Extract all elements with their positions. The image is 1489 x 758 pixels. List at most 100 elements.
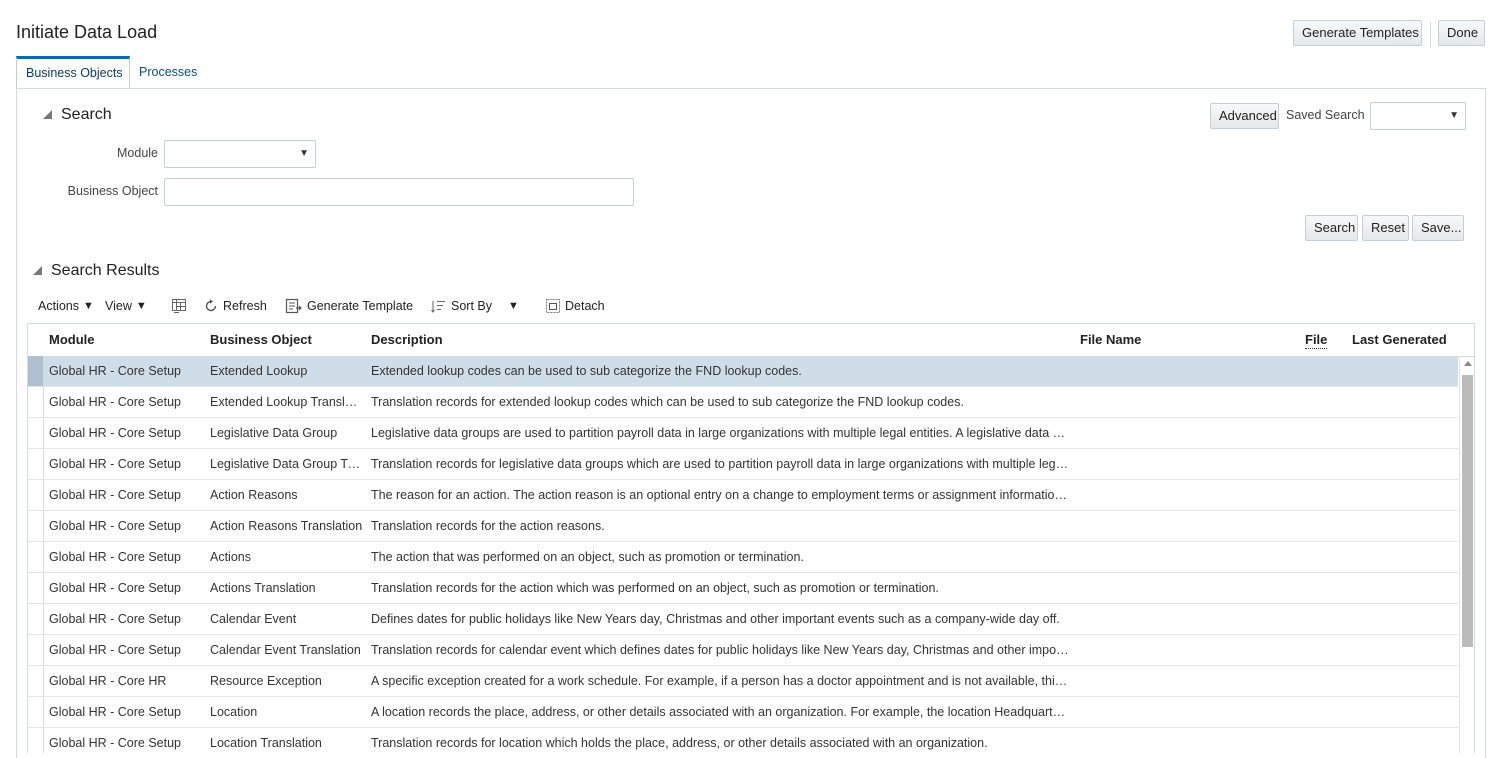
done-button[interactable]: Done <box>1438 20 1485 46</box>
scrollbar-thumb[interactable] <box>1462 375 1473 647</box>
column-header-file[interactable]: File <box>1305 332 1328 349</box>
cell-last-generated <box>1352 542 1452 572</box>
row-header[interactable] <box>28 480 44 510</box>
column-header-business-object[interactable]: Business Object <box>210 324 312 356</box>
freeze-columns-button[interactable] <box>171 296 187 316</box>
cell-business-object: Actions <box>210 550 251 564</box>
table-row[interactable]: Global HR - Core Setup Location Translati… <box>28 728 1458 753</box>
table-row[interactable]: Global HR - Core Setup Action Reasons The … <box>28 480 1458 511</box>
row-header[interactable] <box>28 542 44 572</box>
results-section-title: Search Results <box>51 262 160 279</box>
cell-description: Translation records for legislative data… <box>371 457 1071 471</box>
cell-file[interactable] <box>1305 387 1345 417</box>
cell-business-object: Extended Lookup <box>210 364 308 378</box>
cell-last-generated <box>1352 480 1452 510</box>
cell-last-generated <box>1352 666 1452 696</box>
collapse-results-icon[interactable] <box>33 266 42 275</box>
table-row[interactable]: Global HR - Core Setup Actions Translatio… <box>28 573 1458 604</box>
generate-templates-button[interactable]: Generate Templates <box>1293 20 1422 46</box>
cell-description: Extended lookup codes can be used to sub… <box>371 364 802 378</box>
table-row[interactable]: Global HR - Core Setup Legislative Data G… <box>28 449 1458 480</box>
cell-file[interactable] <box>1305 511 1345 541</box>
row-header[interactable] <box>28 635 44 665</box>
cell-description: Translation records for location which h… <box>371 736 988 750</box>
table-row[interactable]: Global HR - Core Setup Calendar Event Defi… <box>28 604 1458 635</box>
row-header[interactable] <box>28 573 44 603</box>
row-header[interactable] <box>28 511 44 541</box>
cell-file-name <box>1080 542 1290 572</box>
saved-search-label: Saved Search <box>1286 108 1365 122</box>
cell-file[interactable] <box>1305 573 1345 603</box>
table-row[interactable]: Global HR - Core Setup Action Reasons Tra… <box>28 511 1458 542</box>
column-header-last-generated[interactable]: Last Generated <box>1352 324 1447 356</box>
column-header-description[interactable]: Description <box>371 324 443 356</box>
cell-file[interactable] <box>1305 635 1345 665</box>
cell-last-generated <box>1352 511 1452 541</box>
refresh-button[interactable]: Refresh <box>203 296 267 316</box>
table-row[interactable]: Global HR - Core Setup Legislative Data G… <box>28 418 1458 449</box>
cell-file-name <box>1080 387 1290 417</box>
row-header[interactable] <box>28 697 44 727</box>
vertical-scrollbar[interactable] <box>1459 357 1474 753</box>
search-section-title: Search <box>61 106 112 123</box>
cell-file[interactable] <box>1305 418 1345 448</box>
cell-file-name <box>1080 728 1290 753</box>
cell-description: Translation records for the action which… <box>371 581 939 595</box>
header-divider <box>1430 22 1431 48</box>
cell-business-object: Location <box>210 705 258 719</box>
row-header[interactable] <box>28 728 44 753</box>
row-header[interactable] <box>28 449 44 479</box>
cell-file-name <box>1080 418 1290 448</box>
view-menu[interactable]: View ▼ <box>105 296 147 316</box>
search-button[interactable]: Search <box>1305 215 1358 241</box>
cell-file[interactable] <box>1305 542 1345 572</box>
cell-file-name <box>1080 511 1290 541</box>
cell-description: The action that was performed on an obje… <box>371 550 804 564</box>
collapse-search-icon[interactable] <box>43 110 52 119</box>
cell-file[interactable] <box>1305 480 1345 510</box>
scroll-up-icon[interactable] <box>1464 361 1472 366</box>
cell-last-generated <box>1352 387 1452 417</box>
column-header-file-name[interactable]: File Name <box>1080 324 1141 356</box>
saved-search-select[interactable]: ▼ <box>1370 102 1466 130</box>
cell-file[interactable] <box>1305 728 1345 753</box>
tab-processes[interactable]: Processes <box>130 56 206 88</box>
cell-module: Global HR - Core Setup <box>49 736 182 750</box>
cell-module: Global HR - Core HR <box>49 674 167 688</box>
tab-business-objects[interactable]: Business Objects <box>16 56 130 88</box>
reset-button[interactable]: Reset <box>1362 215 1409 241</box>
column-header-module[interactable]: Module <box>49 324 95 356</box>
cell-module: Global HR - Core Setup <box>49 488 182 502</box>
sort-by-menu[interactable]: Sort By ▼ <box>431 296 519 316</box>
cell-business-object: Calendar Event Translation <box>210 643 361 657</box>
cell-description: Defines dates for public holidays like N… <box>371 612 1060 626</box>
module-select[interactable]: ▼ <box>164 140 316 168</box>
table-row[interactable]: Global HR - Core HR Resource Exception A s… <box>28 666 1458 697</box>
table-row[interactable]: Global HR - Core Setup Extended Lookup Tr… <box>28 387 1458 418</box>
cell-file[interactable] <box>1305 604 1345 634</box>
cell-file[interactable] <box>1305 666 1345 696</box>
cell-last-generated <box>1352 728 1452 753</box>
row-header[interactable] <box>28 604 44 634</box>
cell-file[interactable] <box>1305 697 1345 727</box>
row-header[interactable] <box>28 387 44 417</box>
cell-last-generated <box>1352 418 1452 448</box>
save-search-button[interactable]: Save... <box>1412 215 1464 241</box>
generate-template-button[interactable]: Generate Template <box>285 296 413 316</box>
table-row[interactable]: Global HR - Core Setup Actions The action … <box>28 542 1458 573</box>
cell-file[interactable] <box>1305 356 1345 386</box>
row-header[interactable] <box>28 418 44 448</box>
row-header[interactable] <box>28 356 44 386</box>
row-header[interactable] <box>28 666 44 696</box>
table-body: Global HR - Core Setup Extended Lookup Ext… <box>28 356 1458 753</box>
table-row[interactable]: Global HR - Core Setup Location A location… <box>28 697 1458 728</box>
table-row[interactable]: Global HR - Core Setup Calendar Event Tra… <box>28 635 1458 666</box>
business-object-input[interactable] <box>164 178 634 206</box>
cell-last-generated <box>1352 697 1452 727</box>
cell-file[interactable] <box>1305 449 1345 479</box>
cell-file-name <box>1080 666 1290 696</box>
table-row[interactable]: Global HR - Core Setup Extended Lookup Ext… <box>28 356 1458 387</box>
actions-menu[interactable]: Actions ▼ <box>38 296 94 316</box>
advanced-button[interactable]: Advanced <box>1210 103 1279 129</box>
detach-button[interactable]: Detach <box>545 296 605 316</box>
